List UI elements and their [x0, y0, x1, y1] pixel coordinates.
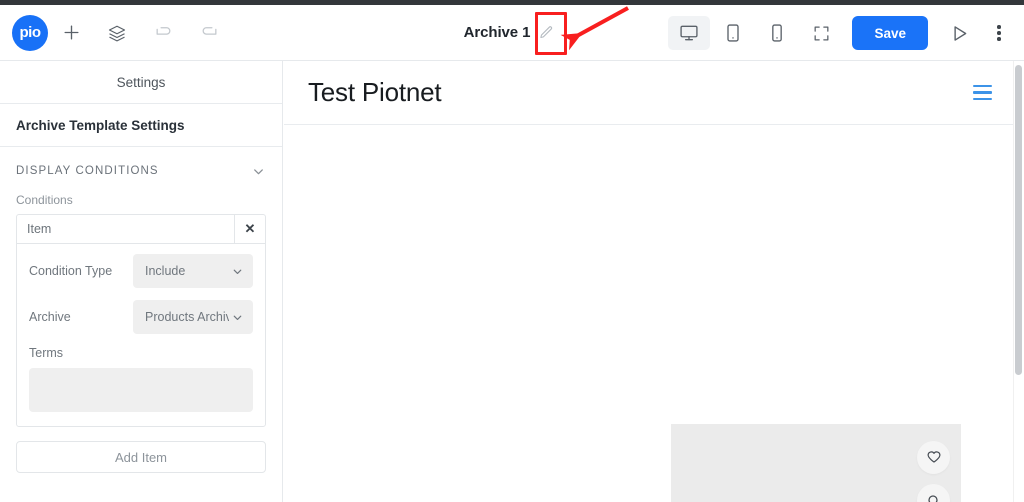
document-title: Archive 1 — [463, 24, 531, 41]
condition-item-card: Item ✕ Condition Type Include Archive Pr… — [16, 214, 266, 427]
app-root: pio Archive 1 Save Settings Archive Temp… — [0, 0, 1024, 502]
preview-play-icon[interactable] — [938, 16, 980, 50]
save-button[interactable]: Save — [852, 16, 928, 50]
site-header: Test Piotnet — [284, 61, 1024, 125]
settings-sidebar: Settings Archive Template Settings DISPL… — [0, 61, 283, 502]
undo-icon[interactable] — [140, 10, 186, 56]
toolbar-right-group: Save — [668, 5, 1016, 61]
pio-logo[interactable]: pio — [12, 14, 48, 51]
toolbar-left-group: pio — [0, 10, 232, 56]
archive-select[interactable]: Products Archive (Sh — [133, 300, 253, 334]
kebab-dot — [997, 25, 1001, 29]
condition-item-header: Item ✕ — [17, 215, 265, 244]
canvas-body — [284, 125, 1024, 502]
close-icon[interactable]: ✕ — [234, 215, 265, 243]
device-desktop-button[interactable] — [668, 16, 711, 50]
editor-toolbar: pio Archive 1 Save — [0, 5, 1024, 61]
condition-item-name[interactable]: Item — [17, 215, 234, 243]
hamburger-bar — [973, 91, 992, 94]
layers-icon[interactable] — [94, 10, 140, 56]
archive-value: Products Archive (Sh — [145, 310, 229, 324]
add-icon[interactable] — [48, 10, 94, 56]
sidebar-subheader: Archive Template Settings — [0, 104, 282, 147]
page-scrollbar-track[interactable] — [1013, 61, 1024, 502]
product-card-actions — [917, 441, 950, 502]
archive-label: Archive — [29, 310, 71, 324]
device-mobile-button[interactable] — [756, 16, 798, 50]
archive-row: Archive Products Archive (Sh — [29, 300, 253, 334]
site-title: Test Piotnet — [308, 77, 442, 107]
add-item-button[interactable]: Add Item — [16, 441, 266, 473]
page-scrollbar-thumb[interactable] — [1015, 65, 1022, 375]
display-conditions-header[interactable]: DISPLAY CONDITIONS — [16, 147, 266, 187]
device-tablet-button[interactable] — [712, 16, 754, 50]
chevron-down-icon — [231, 265, 244, 278]
condition-item-body: Condition Type Include Archive Products … — [17, 244, 265, 426]
preview-canvas: Test Piotnet — [284, 61, 1024, 502]
display-conditions-title: DISPLAY CONDITIONS — [16, 165, 159, 177]
edit-title-icon[interactable] — [532, 19, 560, 47]
fullscreen-icon[interactable] — [800, 16, 842, 50]
kebab-dot — [997, 37, 1001, 41]
condition-type-row: Condition Type Include — [29, 254, 253, 288]
terms-label: Terms — [29, 346, 64, 360]
product-card[interactable] — [671, 424, 961, 502]
heart-icon[interactable] — [917, 441, 950, 474]
terms-input[interactable] — [29, 368, 253, 412]
chevron-down-icon — [231, 311, 244, 324]
kebab-dot — [997, 31, 1001, 35]
condition-type-value: Include — [145, 264, 186, 278]
hamburger-menu-icon[interactable] — [973, 84, 1000, 101]
more-options-icon[interactable] — [982, 16, 1016, 50]
condition-type-select[interactable]: Include — [133, 254, 253, 288]
conditions-label: Conditions — [16, 193, 73, 207]
hamburger-bar — [973, 97, 992, 101]
hamburger-bar — [973, 84, 992, 88]
document-title-wrap: Archive 1 — [464, 19, 561, 47]
condition-type-label: Condition Type — [29, 264, 113, 278]
chevron-down-icon[interactable] — [251, 164, 266, 179]
display-conditions-section: DISPLAY CONDITIONS Conditions Item ✕ Con… — [0, 147, 282, 427]
search-icon[interactable] — [917, 484, 950, 502]
sidebar-header: Settings — [0, 61, 282, 104]
redo-icon[interactable] — [186, 10, 232, 56]
